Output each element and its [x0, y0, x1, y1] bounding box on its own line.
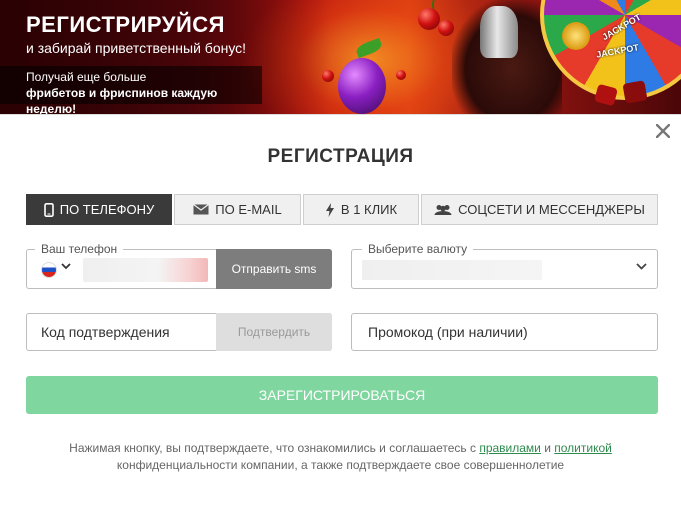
tab-one-click-label: В 1 КЛИК [340, 202, 398, 217]
terms-text-before: Нажимая кнопку, вы подтверждаете, что оз… [69, 441, 480, 455]
banner-title: РЕГИСТРИРУЙСЯ [26, 12, 225, 37]
currency-legend: Выберите валюту [362, 242, 474, 256]
close-icon[interactable] [653, 121, 673, 141]
banner-promo-line2: фрибетов и фриспинов каждую неделю! [26, 86, 218, 114]
phone-field[interactable]: Ваш телефон Отправить sms [26, 242, 332, 289]
tab-social-label: СОЦСЕТИ И МЕССЕНДЖЕРЫ [458, 202, 645, 217]
modal-title: РЕГИСТРАЦИЯ [267, 146, 414, 167]
registration-modal: РЕГИСТРАЦИЯ ПО ТЕЛЕФОНУ ПО E-MAIL В 1 КЛ… [0, 114, 681, 515]
phone-input[interactable] [83, 258, 208, 282]
register-button[interactable]: ЗАРЕГИСТРИРОВАТЬСЯ [26, 376, 658, 414]
phone-legend: Ваш телефон [35, 242, 124, 256]
policy-link[interactable]: политикой [554, 441, 612, 455]
currency-value [362, 260, 542, 280]
cherry-icon [322, 70, 334, 82]
plum-icon [338, 58, 386, 114]
tab-email[interactable]: ПО E-MAIL [174, 194, 301, 225]
cherry-icon [418, 8, 440, 30]
tab-phone[interactable]: ПО ТЕЛЕФОНУ [26, 194, 172, 225]
confirm-code-button[interactable]: Подтвердить [216, 313, 332, 351]
send-sms-button[interactable]: Отправить sms [216, 249, 332, 289]
russia-flag-icon[interactable] [41, 262, 57, 278]
tab-one-click[interactable]: В 1 КЛИК [303, 194, 419, 225]
dice-icon [622, 80, 648, 104]
dice-icon [594, 83, 618, 107]
code-input[interactable]: Код подтверждения [41, 324, 170, 340]
terms-text-after: конфиденциальности компании, а также под… [116, 458, 565, 472]
banner-promo: Получай еще больше фрибетов и фриспинов … [0, 66, 262, 114]
tab-email-label: ПО E-MAIL [215, 202, 282, 217]
terms-text: Нажимая кнопку, вы подтверждаете, что оз… [40, 440, 641, 474]
code-field[interactable]: Код подтверждения Подтвердить [26, 313, 332, 351]
terms-and: и [540, 441, 555, 455]
chevron-down-icon[interactable] [636, 263, 647, 270]
envelope-icon [193, 204, 210, 215]
trophy-icon [480, 6, 518, 58]
promo-banner: JACKPOT JACKPOT РЕГИСТРИРУЙСЯ и забирай … [0, 0, 681, 114]
phone-icon [43, 202, 54, 217]
banner-promo-line1: Получай еще больше [26, 70, 147, 84]
users-icon [434, 204, 452, 215]
wheel-hub [562, 22, 590, 50]
promo-code-input[interactable]: Промокод (при наличии) [368, 324, 528, 340]
currency-select[interactable]: Выберите валюту [351, 242, 658, 289]
cherry-icon [396, 70, 406, 80]
rules-link[interactable]: правилами [479, 441, 541, 455]
tab-social[interactable]: СОЦСЕТИ И МЕССЕНДЖЕРЫ [421, 194, 658, 225]
banner-subtitle: и забирай приветственный бонус! [26, 40, 247, 56]
chevron-down-icon[interactable] [61, 263, 71, 270]
promo-code-field[interactable]: Промокод (при наличии) [351, 313, 658, 351]
tab-phone-label: ПО ТЕЛЕФОНУ [59, 202, 155, 217]
lightning-icon [325, 202, 334, 217]
